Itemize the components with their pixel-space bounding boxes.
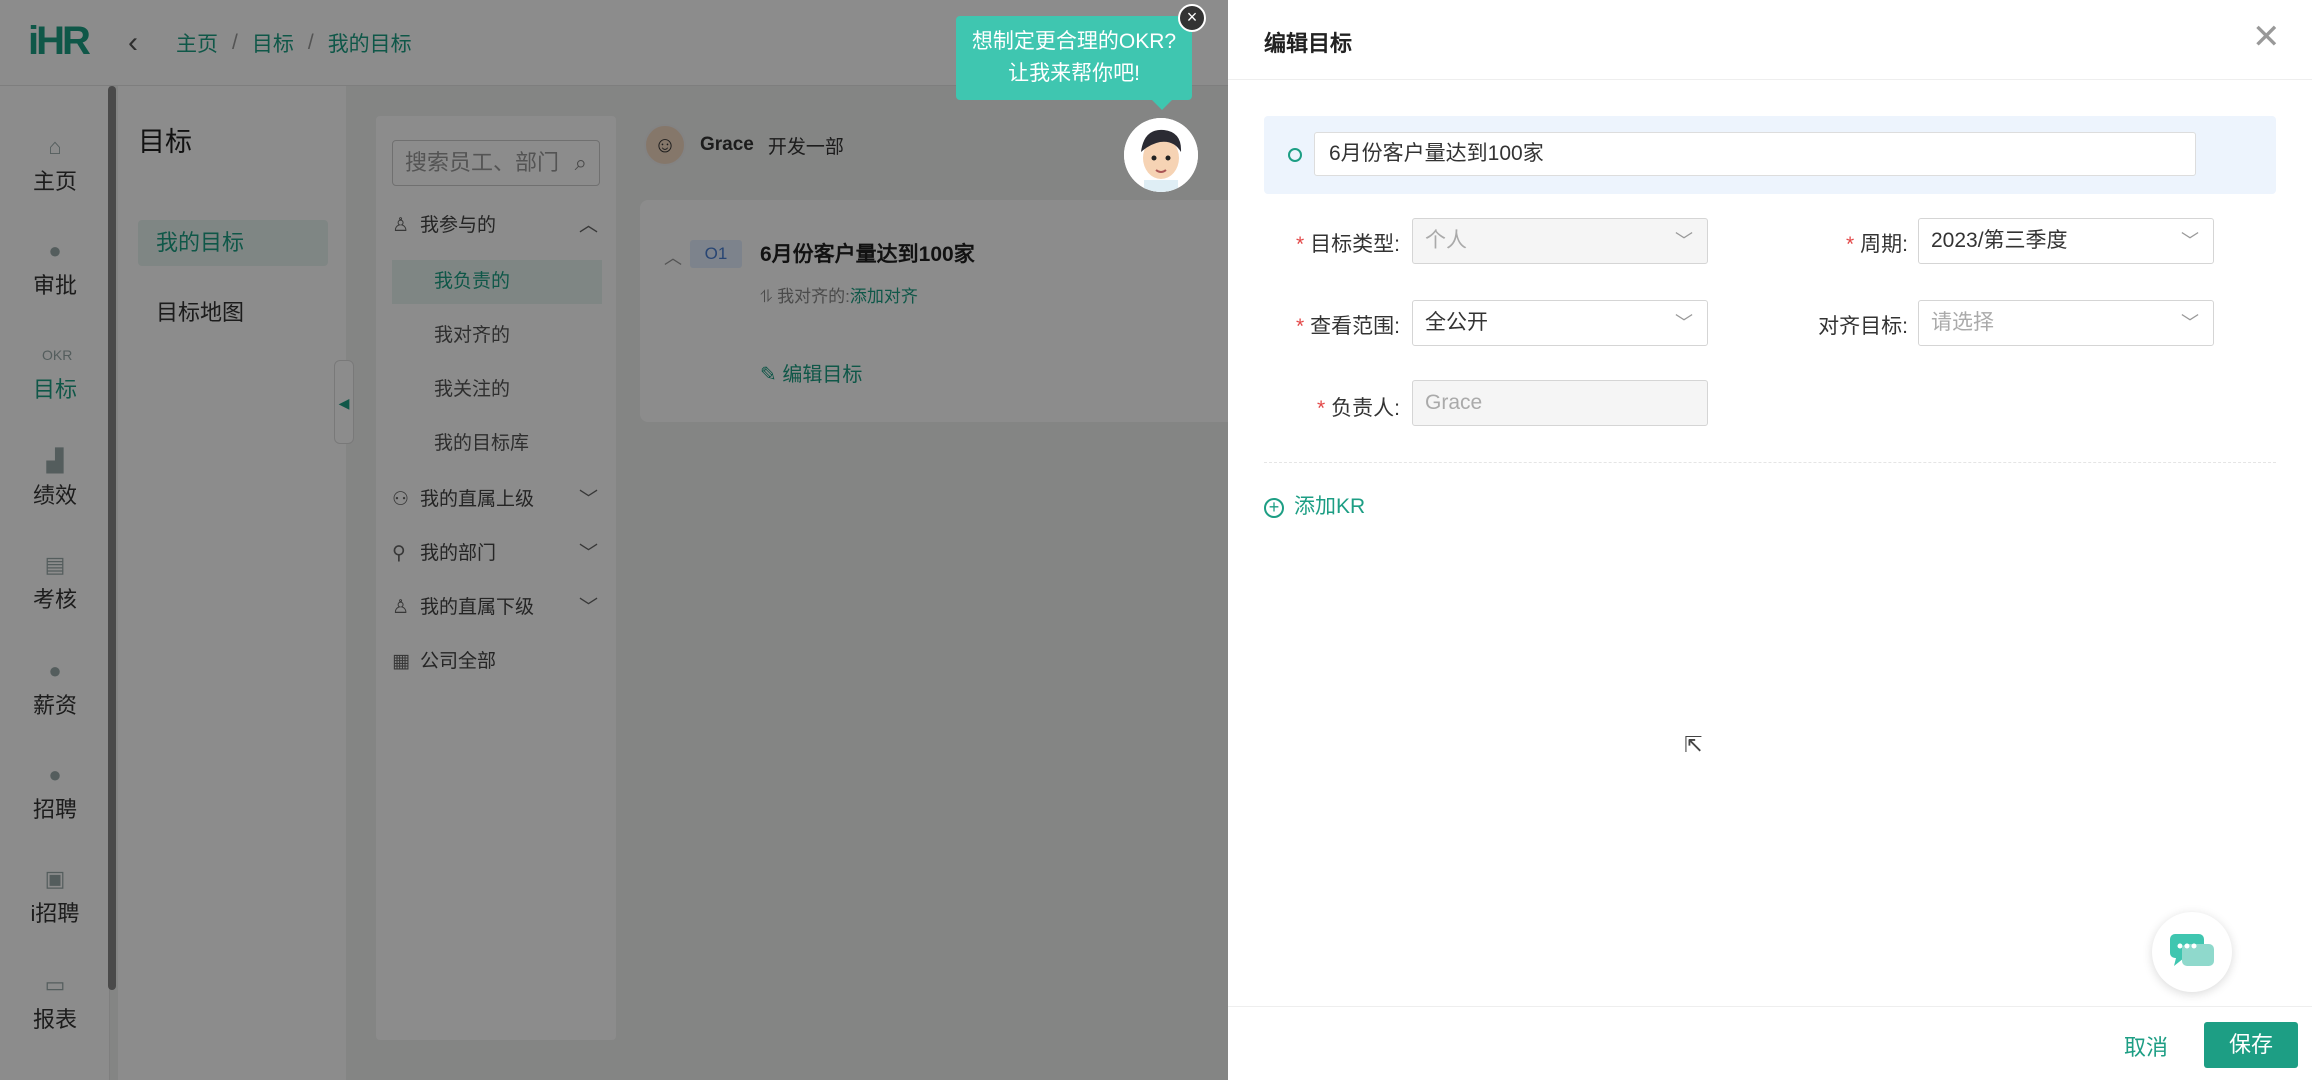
add-kr-label: 添加KR (1294, 495, 1366, 518)
chevron-down-icon: ﹀ (1675, 313, 1693, 333)
add-kr-button[interactable]: + 添加KR (1264, 490, 1365, 520)
drawer-title: 编辑目标 (1264, 31, 1353, 56)
assistant-mascot-avatar[interactable] (1124, 118, 1198, 192)
objective-circle-icon (1288, 148, 1302, 162)
goal-type-select[interactable]: 个人 ﹀ (1412, 218, 1708, 264)
select-value: 个人 (1425, 229, 1467, 252)
objective-title-input[interactable]: 6月份客户量达到100家 (1314, 132, 2196, 176)
label-text: 查看范围: (1310, 315, 1400, 338)
align-goal-label: 对齐目标: (1818, 315, 1908, 338)
required-mark: * (1295, 315, 1305, 338)
label-text: 目标类型: (1310, 233, 1400, 256)
select-value: 2023/第三季度 (1931, 229, 2068, 252)
divider (1264, 462, 2276, 463)
plus-circle-icon: + (1264, 498, 1284, 518)
chevron-down-icon: ﹀ (2181, 231, 2199, 251)
scope-label: * 查看范围: (1240, 310, 1400, 340)
label-text: 负责人: (1331, 397, 1400, 420)
scope-select[interactable]: 全公开 ﹀ (1412, 300, 1708, 346)
field-value: Grace (1425, 391, 1483, 414)
save-button[interactable]: 保存 (2204, 1022, 2298, 1068)
chat-support-button[interactable] (2152, 912, 2232, 992)
tip-line-1: 想制定更合理的OKR? (971, 30, 1177, 53)
required-mark: * (1845, 233, 1855, 256)
assistant-tip-bubble[interactable]: 想制定更合理的OKR? 让我来帮你吧! (956, 16, 1192, 110)
chevron-down-icon: ﹀ (2181, 313, 2199, 333)
owner-field[interactable]: Grace (1412, 380, 1708, 426)
required-mark: * (1295, 233, 1305, 256)
align-goal-select[interactable]: 请选择 ﹀ (1918, 300, 2214, 346)
required-mark: * (1316, 397, 1326, 420)
owner-label: * 负责人: (1240, 392, 1400, 422)
drawer-header (1228, 0, 2312, 80)
mouse-cursor-icon: ⇱ (1684, 732, 1703, 757)
goal-type-label: * 目标类型: (1240, 228, 1400, 258)
period-label: * 周期: (1748, 228, 1908, 258)
period-select[interactable]: 2023/第三季度 ﹀ (1918, 218, 2214, 264)
select-value: 全公开 (1425, 311, 1488, 334)
chevron-down-icon: ﹀ (1675, 231, 1693, 251)
chat-bubbles-icon (2170, 934, 2214, 966)
modal-overlay[interactable] (0, 0, 1228, 1080)
close-tip-icon[interactable]: × (1178, 4, 1206, 32)
select-placeholder: 请选择 (1931, 311, 1994, 334)
close-icon[interactable]: ✕ (2252, 20, 2281, 54)
tip-line-2: 让我来帮你吧! (1008, 62, 1140, 85)
label-text: 周期: (1860, 233, 1908, 256)
cancel-button[interactable]: 取消 (2124, 1030, 2168, 1062)
